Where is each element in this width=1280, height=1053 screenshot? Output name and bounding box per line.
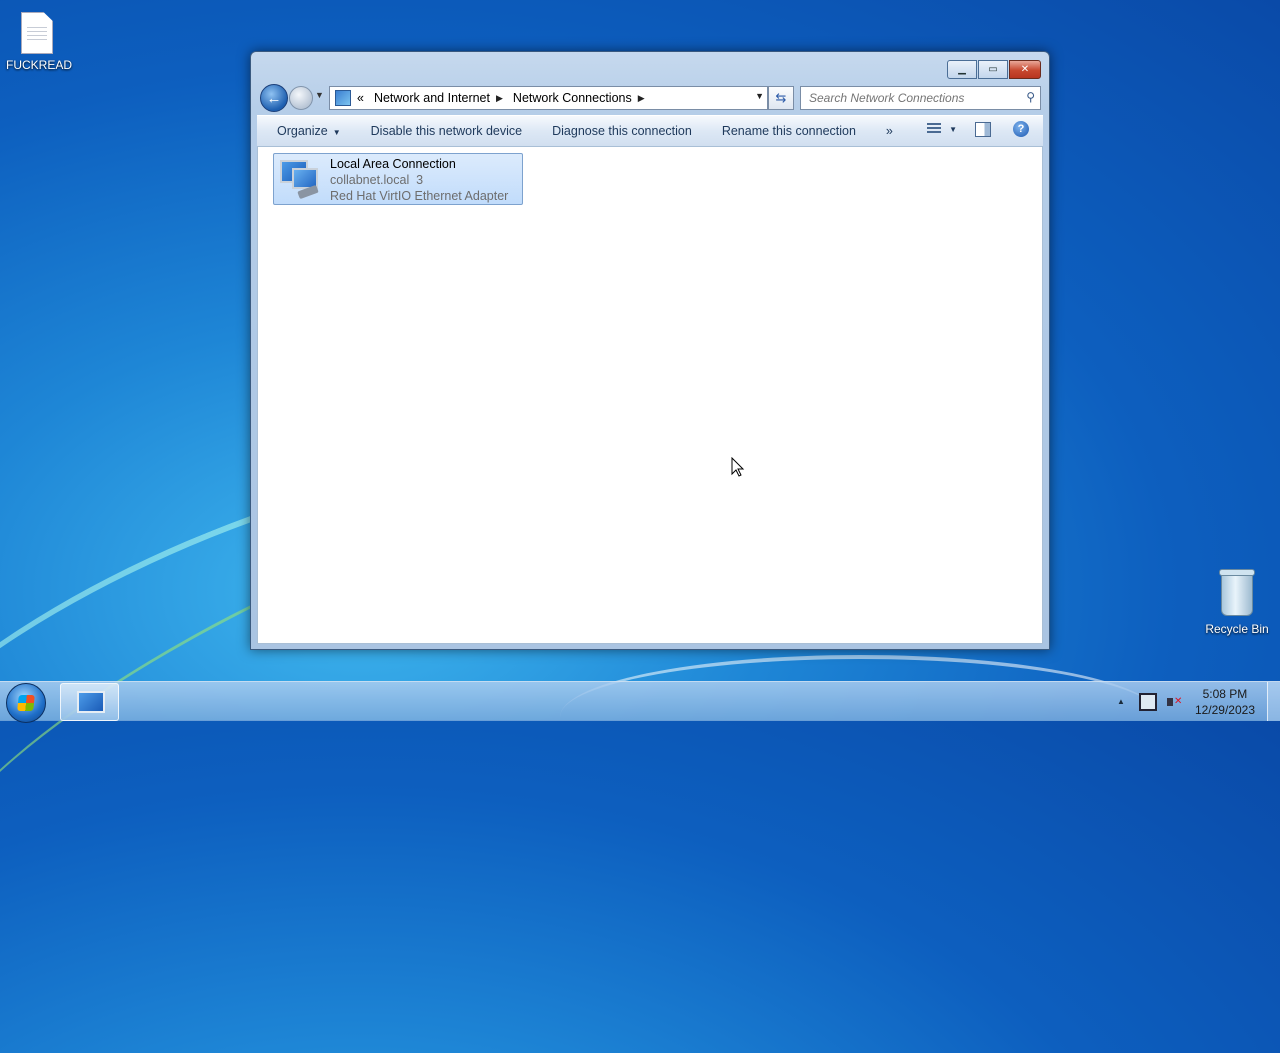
forward-button[interactable] bbox=[289, 86, 313, 110]
connection-name: Local Area Connection bbox=[330, 157, 456, 171]
navigation-bar: ← ▼ « Network and Internet ▶ Network Con… bbox=[259, 84, 1041, 112]
breadcrumb-arrow-icon[interactable]: ▶ bbox=[496, 93, 503, 104]
show-hidden-icons-icon[interactable]: ▲ bbox=[1117, 697, 1125, 706]
close-icon: ✕ bbox=[1020, 64, 1030, 75]
network-status-icon[interactable] bbox=[1138, 692, 1157, 711]
disable-device-button[interactable]: Disable this network device bbox=[356, 124, 537, 138]
control-panel-icon bbox=[335, 90, 351, 106]
back-arrow-icon: ← bbox=[266, 89, 282, 107]
more-commands-button[interactable]: » bbox=[871, 124, 908, 138]
diagnose-connection-button[interactable]: Diagnose this connection bbox=[537, 124, 707, 138]
organize-label: Organize bbox=[277, 124, 328, 138]
network-connections-window: ▁ ▭ ✕ ← ▼ « Network and Internet ▶ Netwo… bbox=[250, 51, 1050, 650]
search-icon[interactable]: ⚲ bbox=[1026, 90, 1035, 104]
change-view-icon[interactable] bbox=[927, 123, 942, 135]
breadcrumb-network-connections[interactable]: Network Connections bbox=[513, 91, 632, 105]
rename-connection-button[interactable]: Rename this connection bbox=[707, 124, 871, 138]
organize-button[interactable]: Organize ▼ bbox=[257, 124, 356, 138]
command-bar: Organize ▼ Disable this network device Di… bbox=[257, 115, 1043, 147]
clock-time: 5:08 PM bbox=[1202, 686, 1248, 701]
maximize-icon: ▭ bbox=[988, 64, 998, 75]
taskbar: ▲ 5:08 PM 12/29/2023 bbox=[0, 681, 1280, 723]
close-button[interactable]: ✕ bbox=[1009, 60, 1041, 79]
search-input[interactable] bbox=[807, 87, 1021, 109]
item-text: Local Area Connection collabnet.local 3 … bbox=[330, 156, 508, 204]
breadcrumb-arrow-icon[interactable]: ▶ bbox=[638, 93, 645, 104]
desktop-icon-label: Recycle Bin bbox=[1205, 622, 1269, 636]
desktop-icon-recycle-bin[interactable]: Recycle Bin bbox=[1204, 569, 1270, 636]
breadcrumb-network-and-internet[interactable]: Network and Internet bbox=[374, 91, 490, 105]
address-dropdown-icon[interactable]: ▼ bbox=[755, 91, 764, 101]
connection-adapter: Red Hat VirtIO Ethernet Adapter bbox=[330, 189, 509, 203]
windows-logo-icon bbox=[17, 695, 35, 711]
search-box: ⚲ bbox=[800, 86, 1041, 110]
network-connection-icon bbox=[278, 158, 319, 200]
minimize-button[interactable]: ▁ bbox=[947, 60, 977, 79]
connections-list: Local Area Connection collabnet.local 3 … bbox=[257, 146, 1043, 644]
chevron-down-icon[interactable]: ▼ bbox=[949, 125, 957, 134]
clock[interactable]: 5:08 PM 12/29/2023 bbox=[1195, 686, 1255, 718]
recycle-bin-icon bbox=[1219, 569, 1255, 616]
refresh-button[interactable]: ⇆ bbox=[768, 86, 794, 110]
start-button[interactable] bbox=[6, 683, 46, 723]
recent-pages-dropdown[interactable]: ▼ bbox=[315, 90, 324, 100]
taskbar-network-connections-button[interactable] bbox=[60, 683, 119, 721]
desktop-icon-file[interactable]: FUCKREAD bbox=[6, 12, 73, 72]
system-tray: ▲ 5:08 PM 12/29/2023 bbox=[1117, 682, 1280, 721]
connection-network: collabnet.local 3 bbox=[330, 173, 424, 187]
preview-pane-icon[interactable] bbox=[975, 121, 991, 137]
desktop-icon-label: FUCKREAD bbox=[6, 58, 73, 72]
volume-muted-icon[interactable] bbox=[1166, 695, 1182, 709]
back-button[interactable]: ← bbox=[260, 84, 288, 112]
network-connections-icon bbox=[77, 691, 105, 713]
chevron-down-icon: ▼ bbox=[332, 128, 341, 137]
refresh-icon: ⇆ bbox=[775, 90, 787, 105]
breadcrumb-overflow[interactable]: « bbox=[357, 91, 364, 105]
show-desktop-button[interactable] bbox=[1267, 682, 1280, 721]
maximize-button[interactable]: ▭ bbox=[978, 60, 1008, 79]
text-file-icon bbox=[21, 12, 53, 54]
help-icon[interactable]: ? bbox=[1013, 121, 1029, 137]
address-bar[interactable]: « Network and Internet ▶ Network Connect… bbox=[329, 86, 768, 110]
minimize-icon: ▁ bbox=[958, 64, 966, 75]
toolbar-right: ▼ ? bbox=[927, 121, 1029, 137]
caption-buttons: ▁ ▭ ✕ bbox=[946, 60, 1041, 79]
list-item[interactable]: Local Area Connection collabnet.local 3 … bbox=[273, 153, 523, 205]
clock-date: 12/29/2023 bbox=[1194, 702, 1255, 717]
chevron-down-icon: ▼ bbox=[315, 90, 324, 100]
